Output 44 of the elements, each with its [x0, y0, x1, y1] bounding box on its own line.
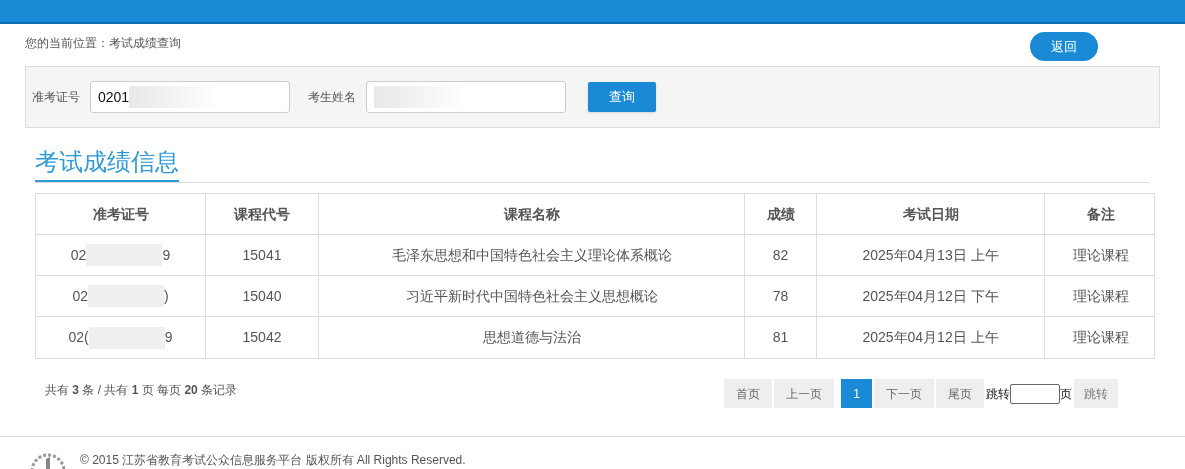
record-summary: 共有 3 条 / 共有 1 页 每页 20 条记录 [45, 382, 238, 399]
table-cell: 思想道德与法治 [319, 317, 745, 358]
table-cell-text: 理论课程 [1071, 328, 1130, 347]
field-label: 准考证号 [32, 89, 80, 106]
jump-button[interactable]: 跳转 [1074, 379, 1118, 408]
emblem-icon [30, 453, 66, 469]
table-cell: 82 [745, 235, 817, 275]
column-header: 考试日期 [817, 194, 1045, 234]
table-cell-text: 理论课程 [1071, 245, 1130, 265]
column-header: 课程代号 [206, 194, 319, 234]
table-cell: 2025年04月12日 下午 [817, 276, 1045, 316]
section-title: 考试成绩信息 [35, 146, 179, 182]
page-unit: 页 [1060, 385, 1072, 403]
query-button[interactable]: 查询 [588, 82, 656, 112]
current-page-button[interactable]: 1 [841, 379, 872, 408]
table-cell: 2025年04月13日 上午 [817, 235, 1045, 275]
breadcrumb: 您的当前位置：考试成绩查询 [25, 35, 181, 52]
table-cell: 15042 [206, 317, 319, 358]
page-button[interactable]: 下一页 [874, 379, 934, 408]
copyright-text: © 2015 江苏省教育考试公众信息服务平台 版权所有 All Rights Reserved. [80, 452, 466, 469]
page-input[interactable] [1010, 383, 1060, 404]
page-button[interactable]: 尾页 [936, 379, 984, 408]
column-header: 备注 [1085, 204, 1116, 224]
table-cell: 15040 [206, 276, 319, 316]
table-cell: 习近平新时代中国特色社会主义思想概论 [319, 276, 745, 316]
input-field[interactable]: 0201 [90, 81, 290, 113]
column-header: 准考证号 [36, 194, 206, 234]
field-label: 考生姓名 [308, 89, 356, 106]
input-field[interactable] [366, 81, 566, 113]
table-cell: 毛泽东思想和中国特色社会主义理论体系概论 [319, 235, 745, 275]
table-cell: 02 ) [36, 276, 206, 316]
table-cell: 02 9 [36, 235, 206, 275]
back-button[interactable]: 返回 [1030, 32, 1098, 61]
page-button[interactable]: 首页 [724, 379, 773, 408]
table-cell: 15041 [206, 235, 319, 275]
table-cell: 2025年04月12日 上午 [817, 317, 1045, 358]
jump-label: 跳转 [986, 385, 1010, 403]
table-cell: 02( 9 [36, 317, 206, 358]
column-header: 成绩 [745, 194, 817, 234]
table-cell-text: 理论课程 [1071, 286, 1130, 306]
page-button[interactable]: 上一页 [774, 379, 835, 408]
table-cell: 78 [745, 276, 817, 316]
table-cell: 81 [745, 317, 817, 358]
column-header: 课程名称 [319, 194, 745, 234]
